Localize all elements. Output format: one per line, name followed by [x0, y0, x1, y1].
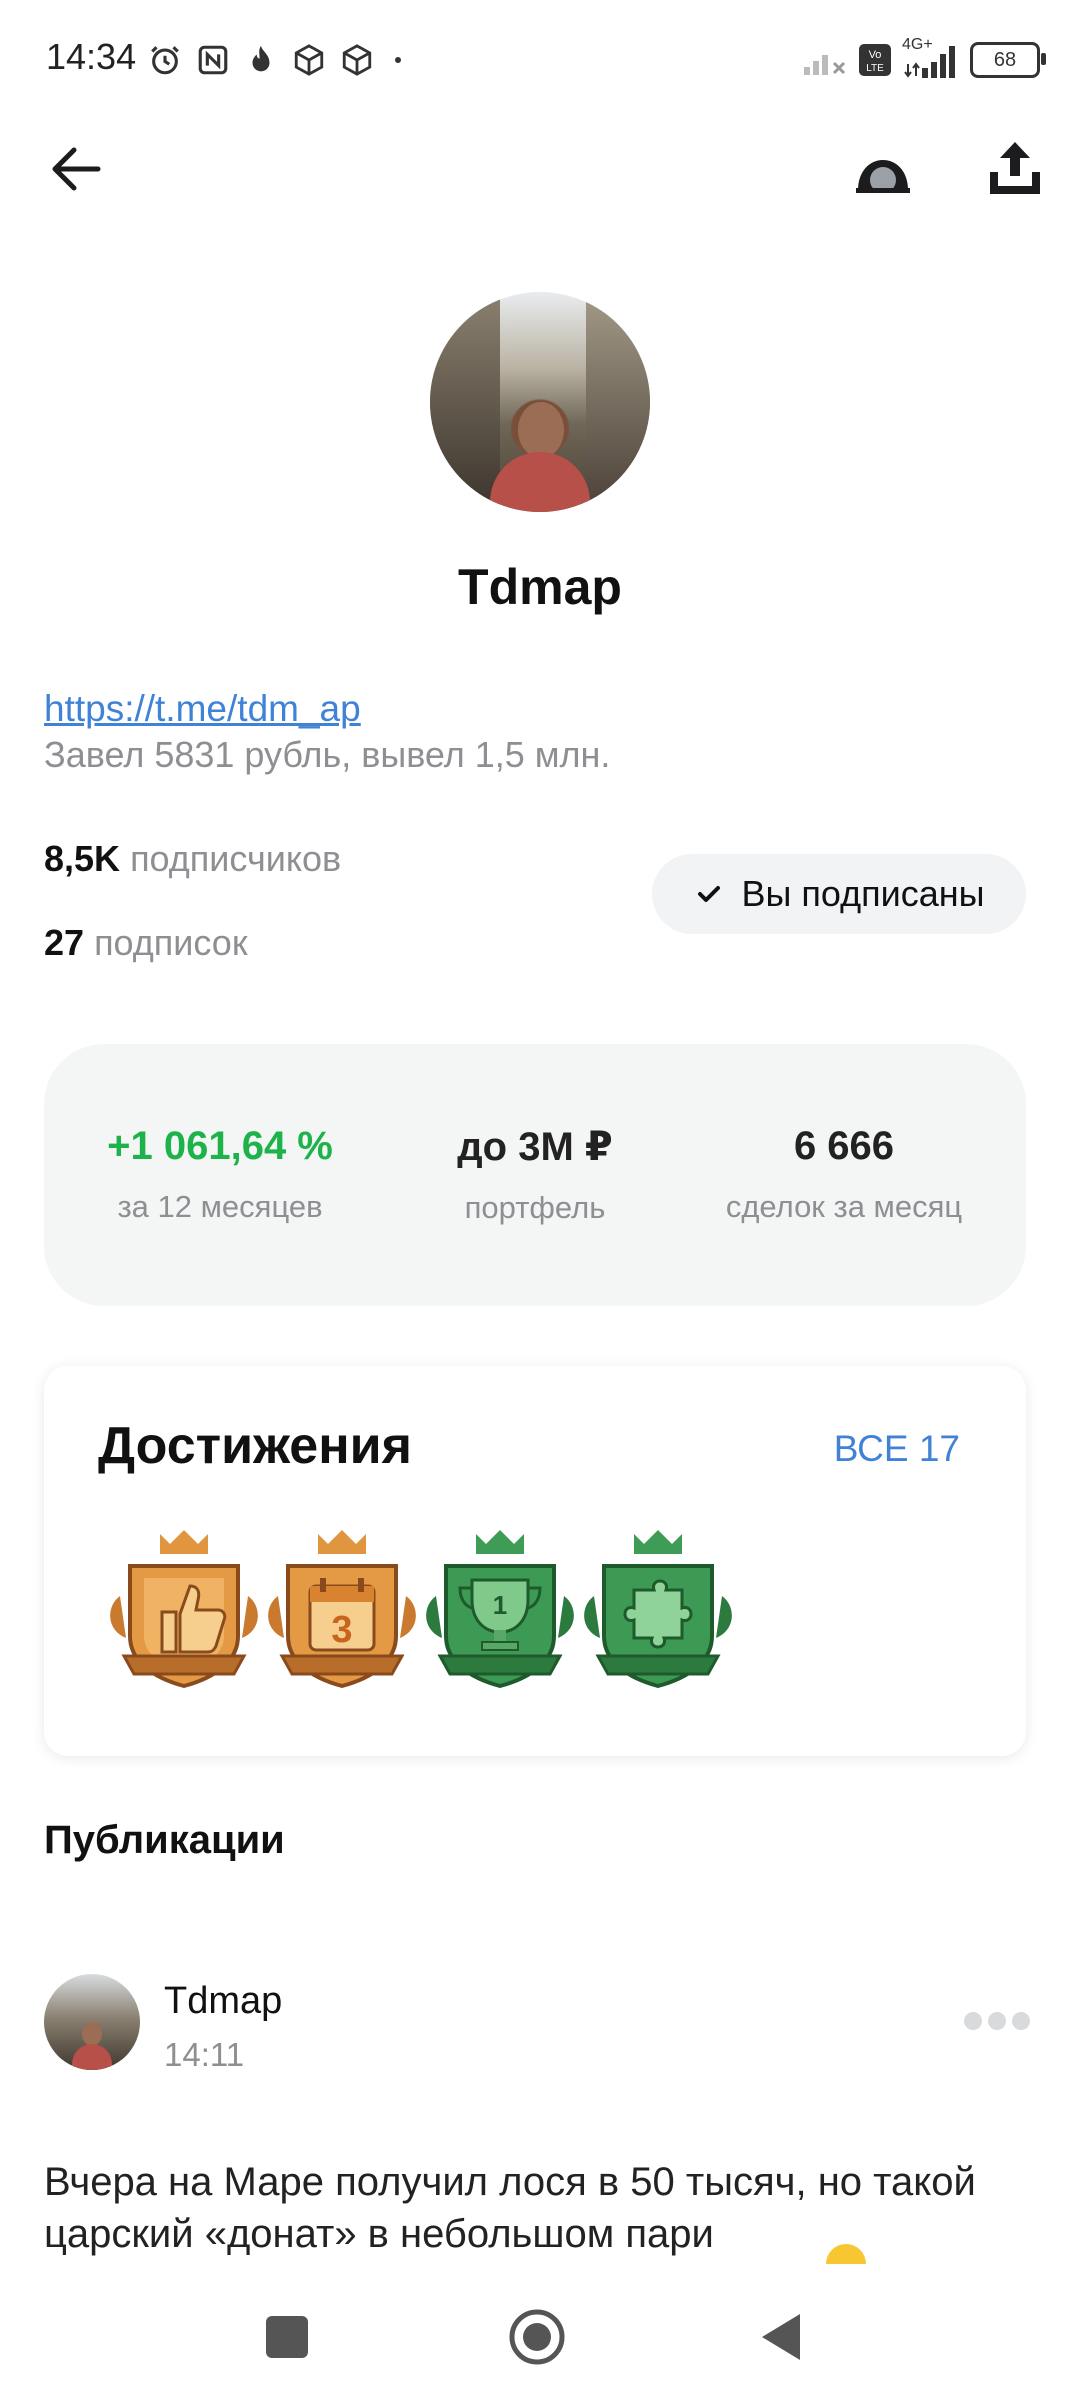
profile-name: Tdmap: [458, 559, 622, 615]
dot-icon: [395, 57, 401, 63]
profile-avatar: [430, 292, 650, 512]
signal-icon: [804, 55, 846, 75]
profile-bio: Завел 5831 рубль, вывел 1,5 млн.: [44, 734, 611, 775]
battery-indicator: 68: [970, 42, 1046, 78]
stat-value: до 3М ₽: [457, 1125, 613, 1169]
profile-link[interactable]: https://t.me/tdm_ap: [44, 688, 361, 730]
subscribed-button[interactable]: Вы подписаны: [652, 854, 1026, 934]
stat-value: 6 666: [793, 1124, 895, 1168]
stat-yield: +1 061,64 % за 12 месяцев: [60, 1124, 380, 1225]
following-count[interactable]: 27 подписок: [44, 922, 248, 964]
trophy-badge-icon[interactable]: 1: [416, 1526, 584, 1694]
stat-value: +1 061,64 %: [107, 1124, 333, 1168]
stat-label: за 12 месяцев: [117, 1189, 323, 1224]
post-author-name[interactable]: Tdmap: [164, 1980, 282, 2023]
following-label: подписок: [94, 922, 248, 963]
followers-number: 8,5K: [44, 838, 121, 879]
post-author-avatar[interactable]: [44, 1974, 140, 2070]
package-icon: [294, 44, 324, 76]
achievements-all-link[interactable]: ВСЕ 17: [834, 1428, 960, 1470]
achievements-card: Достижения ВСЕ 17 3 1: [44, 1366, 1026, 1756]
stats-card: +1 061,64 % за 12 месяцев до 3М ₽ портфе…: [44, 1044, 1026, 1306]
post-text[interactable]: Вчера на Маре получил лося в 50 тысяч, н…: [44, 2156, 1034, 2268]
svg-text:1: 1: [493, 1590, 507, 1620]
svg-text:LTE: LTE: [866, 63, 884, 74]
volte-icon: Vo LTE: [859, 44, 891, 76]
svg-text:3: 3: [331, 1609, 352, 1651]
stat-label: портфель: [464, 1190, 606, 1225]
status-time: 14:34: [46, 36, 137, 77]
svg-text:Vo: Vo: [869, 49, 882, 61]
thumbs-up-badge-icon[interactable]: [100, 1526, 268, 1694]
nav-back-icon[interactable]: [756, 2310, 806, 2364]
subscribed-label: Вы подписаны: [741, 873, 985, 914]
followers-label: подписчиков: [130, 838, 342, 879]
alarm-icon: [151, 46, 179, 75]
status-right: Vo LTE 4G+ 68: [802, 36, 1046, 80]
recent-apps-icon[interactable]: [266, 2316, 308, 2358]
followers-count[interactable]: 8,5K подписчиков: [44, 838, 341, 880]
post-time: 14:11: [164, 2036, 245, 2073]
following-number: 27: [44, 922, 85, 963]
battery-level: 68: [993, 48, 1017, 71]
back-arrow-icon[interactable]: [40, 132, 114, 206]
flame-icon: [252, 45, 270, 72]
avatar-outline-icon[interactable]: [846, 134, 920, 208]
home-icon[interactable]: [508, 2308, 566, 2366]
achievements-title: Достижения: [98, 1417, 412, 1475]
package-icon: [342, 44, 372, 76]
status-icons: [148, 40, 408, 80]
share-upload-icon[interactable]: [978, 132, 1052, 206]
publications-heading: Публикации: [44, 1818, 285, 1862]
signal-icon: [904, 46, 955, 78]
stat-portfolio: до 3М ₽ портфель: [375, 1124, 695, 1226]
puzzle-badge-icon[interactable]: [574, 1526, 742, 1694]
nfc-icon: [198, 45, 228, 75]
checkmark-icon: [697, 886, 720, 902]
more-options-icon[interactable]: [964, 2012, 1030, 2030]
stat-deals: 6 666 сделок за месяц: [684, 1124, 1004, 1225]
stat-label: сделок за месяц: [725, 1189, 963, 1224]
calendar-3-badge-icon[interactable]: 3: [258, 1526, 426, 1694]
